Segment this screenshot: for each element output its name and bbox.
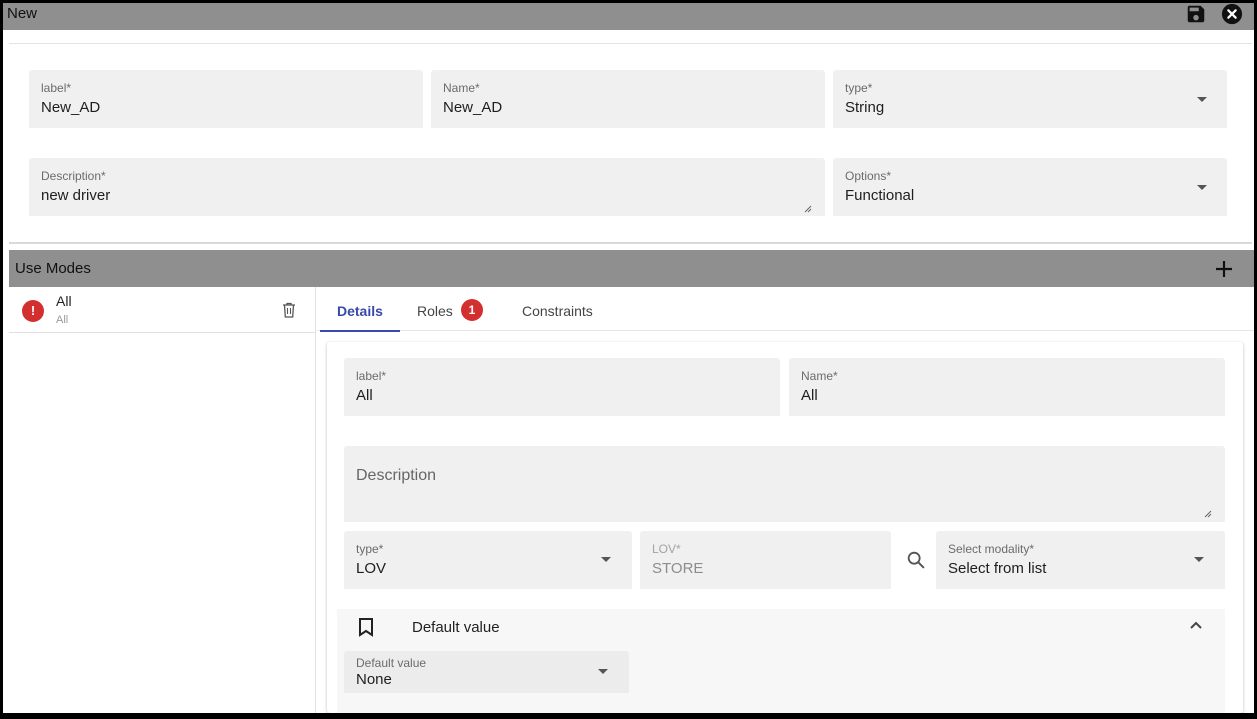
tab-constraints[interactable]: Constraints [522, 287, 622, 331]
detail-description-field[interactable]: Description [344, 446, 1225, 522]
dropdown-arrow-icon [1194, 557, 1204, 562]
dropdown-arrow-icon [601, 557, 611, 562]
field-label: type* [356, 542, 384, 556]
lov-field: LOV* STORE [640, 531, 891, 589]
use-mode-detail-panel: Details Roles 1 Constraints label* All N… [317, 287, 1254, 713]
tab-bar: Details Roles 1 Constraints [317, 287, 1254, 332]
field-value: None [356, 671, 392, 688]
modality-select[interactable]: Select modality* Select from list [936, 531, 1225, 589]
tab-roles[interactable]: Roles 1 [417, 287, 497, 331]
field-label: label* [41, 81, 72, 95]
field-label: Name* [801, 369, 838, 383]
field-label: Description* [41, 169, 106, 183]
detail-label-field[interactable]: label* All [344, 358, 780, 416]
list-item-subtitle: All [56, 314, 69, 326]
tab-details[interactable]: Details [320, 287, 400, 332]
field-label: label* [356, 369, 387, 383]
field-value: STORE [652, 560, 704, 577]
dropdown-arrow-icon [598, 669, 608, 674]
field-label: Description [356, 467, 437, 484]
active-tab-indicator [320, 330, 400, 332]
tab-label: Constraints [522, 303, 593, 319]
save-icon[interactable] [1185, 3, 1207, 25]
details-card: label* All Name* All Description type* L… [327, 342, 1243, 713]
field-label: Options* [845, 169, 892, 183]
options-select[interactable]: Options* Functional [833, 158, 1227, 216]
list-item[interactable]: ! All All [9, 287, 315, 333]
default-value-select[interactable]: Default value None [344, 651, 629, 693]
error-badge: ! [22, 300, 44, 322]
field-value: All [801, 387, 818, 404]
type-select[interactable]: type* String [833, 70, 1227, 128]
field-value: new driver [41, 187, 111, 204]
resize-handle-icon[interactable] [804, 205, 812, 213]
field-label: Default value [356, 656, 427, 670]
section-title: Use Modes [15, 260, 91, 277]
tab-label: Roles [417, 303, 453, 319]
default-value-section: Default value Default value None [337, 609, 1225, 713]
field-label: type* [845, 81, 873, 95]
search-icon[interactable] [905, 549, 927, 571]
trash-icon[interactable] [281, 301, 297, 319]
field-value: Functional [845, 187, 915, 204]
field-label: Select modality* [948, 542, 1035, 556]
window-title: New [7, 5, 38, 22]
divider [9, 242, 1252, 244]
dialog-window: New label* New_AD Name* New_AD type* Str… [3, 3, 1254, 713]
field-value: New_AD [41, 99, 101, 116]
use-modes-header: Use Modes [9, 250, 1254, 287]
field-value: String [845, 99, 885, 116]
bookmark-icon [359, 618, 373, 637]
use-modes-list: ! All All [9, 287, 316, 713]
list-item-title: All [56, 293, 72, 309]
name-field[interactable]: Name* New_AD [431, 70, 825, 128]
section-title: Default value [412, 619, 500, 636]
dropdown-arrow-icon [1197, 185, 1207, 190]
field-label: LOV* [652, 542, 681, 556]
detail-name-field[interactable]: Name* All [789, 358, 1225, 416]
resize-handle-icon[interactable] [1204, 510, 1212, 518]
detail-type-select[interactable]: type* LOV [344, 531, 632, 589]
label-field[interactable]: label* New_AD [29, 70, 423, 128]
tab-label: Details [337, 303, 383, 319]
field-value: All [356, 387, 373, 404]
plus-icon[interactable] [1212, 257, 1236, 281]
field-label: Name* [443, 81, 480, 95]
description-field[interactable]: Description* new driver [29, 158, 825, 216]
title-bar: New [3, 3, 1254, 30]
count-badge: 1 [461, 299, 483, 321]
divider [9, 43, 1252, 44]
field-value: New_AD [443, 99, 503, 116]
field-value: LOV [356, 560, 387, 577]
close-icon[interactable] [1221, 3, 1243, 25]
field-value: Select from list [948, 560, 1047, 577]
dropdown-arrow-icon [1197, 97, 1207, 102]
chevron-up-icon[interactable] [1187, 617, 1205, 635]
